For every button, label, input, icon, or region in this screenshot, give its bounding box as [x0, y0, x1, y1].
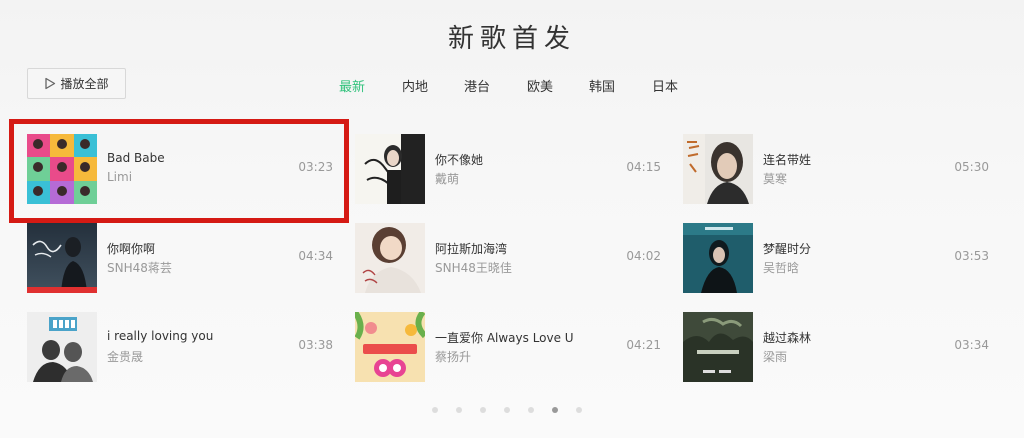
page-dot[interactable]	[528, 407, 534, 413]
song-card[interactable]: 你不像她 戴萌 04:15	[355, 134, 661, 204]
song-duration: 04:15	[626, 160, 661, 174]
tab-hk-tw[interactable]: 港台	[464, 76, 490, 95]
singer-name[interactable]: 戴萌	[435, 170, 459, 187]
page-dot[interactable]	[576, 407, 582, 413]
song-name[interactable]: 你不像她	[435, 151, 483, 168]
page-dot[interactable]	[504, 407, 510, 413]
song-name[interactable]: 连名带姓	[763, 151, 811, 168]
singer-name[interactable]: 莫寒	[763, 170, 787, 187]
album-cover[interactable]	[355, 134, 425, 204]
song-card[interactable]: 越过森林 梁雨 03:34	[683, 312, 989, 382]
song-duration: 03:38	[298, 338, 333, 352]
selection-highlight-box	[9, 119, 349, 223]
album-cover[interactable]	[683, 134, 753, 204]
singer-name[interactable]: SNH48蒋芸	[107, 259, 172, 276]
pagination-dots	[0, 407, 1024, 415]
tab-korea[interactable]: 韩国	[589, 76, 615, 95]
tab-latest[interactable]: 最新	[339, 76, 365, 95]
song-card[interactable]: 阿拉斯加海湾 SNH48王晓佳 04:02	[355, 223, 661, 293]
song-name[interactable]: 一直爱你 Always Love U	[435, 329, 574, 346]
page-dot[interactable]	[456, 407, 462, 413]
singer-name[interactable]: SNH48王晓佳	[435, 259, 512, 276]
tab-japan[interactable]: 日本	[652, 76, 678, 95]
song-duration: 04:02	[626, 249, 661, 263]
singer-name[interactable]: 金贵晟	[107, 348, 143, 365]
singer-name[interactable]: 蔡扬升	[435, 348, 471, 365]
page-dot[interactable]	[480, 407, 486, 413]
song-card[interactable]: 连名带姓 莫寒 05:30	[683, 134, 989, 204]
song-card[interactable]: 你啊你啊 SNH48蒋芸 04:34	[27, 223, 333, 293]
album-cover[interactable]	[27, 312, 97, 382]
song-duration: 05:30	[954, 160, 989, 174]
page-dot-active[interactable]	[552, 407, 558, 413]
album-cover[interactable]	[683, 223, 753, 293]
song-name[interactable]: i really loving you	[107, 329, 213, 343]
song-card[interactable]: 一直爱你 Always Love U 蔡扬升 04:21	[355, 312, 661, 382]
song-card[interactable]: 梦醒时分 吴哲晗 03:53	[683, 223, 989, 293]
song-duration: 03:53	[954, 249, 989, 263]
song-name[interactable]: 梦醒时分	[763, 240, 811, 257]
song-name[interactable]: 越过森林	[763, 329, 811, 346]
album-cover[interactable]	[683, 312, 753, 382]
tab-mainland[interactable]: 内地	[402, 76, 428, 95]
page-dot[interactable]	[432, 407, 438, 413]
singer-name[interactable]: 梁雨	[763, 348, 787, 365]
album-cover[interactable]	[27, 223, 97, 293]
song-name[interactable]: 阿拉斯加海湾	[435, 240, 507, 257]
singer-name[interactable]: 吴哲晗	[763, 259, 799, 276]
album-cover[interactable]	[355, 312, 425, 382]
page-title: 新歌首发	[447, 24, 576, 54]
category-tabs: 最新 内地 港台 欧美 韩国 日本	[0, 76, 1024, 95]
song-card[interactable]: i really loving you 金贵晟 03:38	[27, 312, 333, 382]
tab-western[interactable]: 欧美	[527, 76, 553, 95]
song-duration: 04:21	[626, 338, 661, 352]
song-duration: 03:34	[954, 338, 989, 352]
song-duration: 04:34	[298, 249, 333, 263]
album-cover[interactable]	[355, 223, 425, 293]
song-name[interactable]: 你啊你啊	[107, 240, 155, 257]
